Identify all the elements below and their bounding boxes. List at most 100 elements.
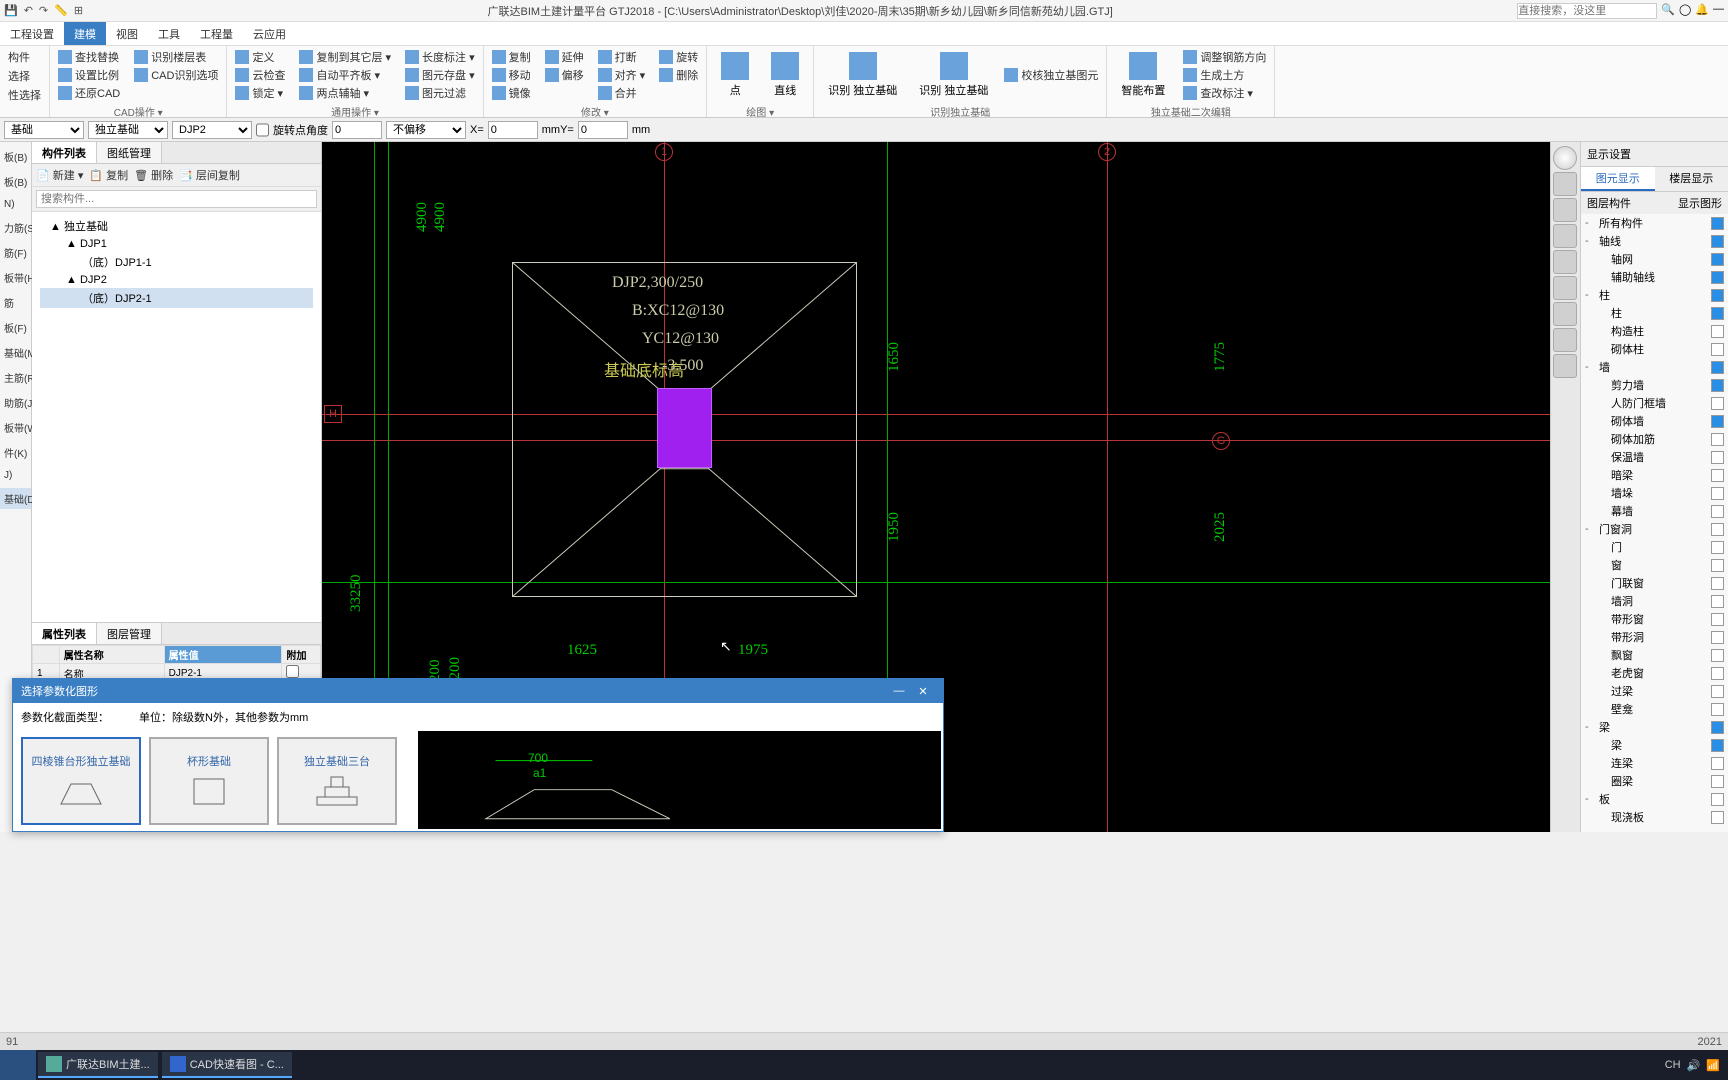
visibility-checkbox[interactable] (1711, 577, 1724, 590)
display-row[interactable]: 带形窗 (1581, 610, 1728, 628)
display-row[interactable]: -墙 (1581, 358, 1728, 376)
generate-earthwork-button[interactable]: 生成土方 (1181, 66, 1268, 84)
display-row[interactable]: 墙垛 (1581, 484, 1728, 502)
find-replace-button[interactable]: 查找替换 (56, 48, 122, 66)
visibility-checkbox[interactable] (1711, 739, 1724, 752)
category-item[interactable]: 力筋(S) (0, 217, 31, 238)
category-item[interactable]: 基础(M) (0, 342, 31, 363)
category-item[interactable]: 板带(W) (0, 417, 31, 438)
view-pan-button[interactable] (1553, 328, 1577, 352)
display-row[interactable]: -板 (1581, 790, 1728, 808)
visibility-checkbox[interactable] (1711, 685, 1724, 698)
extend-button[interactable]: 延伸 (543, 48, 586, 66)
display-row[interactable]: -柱 (1581, 286, 1728, 304)
rot-checkbox[interactable] (256, 121, 269, 139)
display-row[interactable]: 壁龛 (1581, 700, 1728, 718)
tab-properties[interactable]: 属性列表 (32, 623, 97, 644)
thumb-cup[interactable]: 杯形基础 (149, 737, 269, 825)
visibility-checkbox[interactable] (1711, 811, 1724, 824)
category-item[interactable]: 助筋(J) (0, 392, 31, 413)
align-button[interactable]: 对齐 ▾ (596, 66, 648, 84)
length-dim-button[interactable]: 长度标注 ▾ (403, 48, 477, 66)
category-item[interactable]: 基础(D) (0, 488, 31, 509)
tab-quantities[interactable]: 工程量 (190, 22, 243, 45)
view-side-button[interactable] (1553, 224, 1577, 248)
display-row[interactable]: 剪力墙 (1581, 376, 1728, 394)
qat-undo-icon[interactable]: ↶ (24, 4, 33, 17)
display-row[interactable]: 飘窗 (1581, 646, 1728, 664)
cloud-check-button[interactable]: 云检查 (233, 66, 287, 84)
lock-button[interactable]: 锁定 ▾ (233, 84, 287, 102)
user-icon[interactable]: ◯ (1679, 3, 1691, 19)
tree-node[interactable]: ▲ DJP2 (40, 272, 313, 288)
taskbar-cad[interactable]: CAD快速看图 - C... (162, 1052, 292, 1078)
thumb-three-step[interactable]: 独立基础三台 (277, 737, 397, 825)
minimize-button[interactable]: — (887, 685, 911, 697)
category-item[interactable]: 板(F) (0, 317, 31, 338)
ribbon-item[interactable]: 性选择 (6, 86, 43, 104)
category-item[interactable]: J) (0, 467, 31, 484)
visibility-checkbox[interactable] (1711, 667, 1724, 680)
tree-node[interactable]: ▲ DJP1 (40, 236, 313, 252)
component-search-input[interactable] (36, 190, 317, 208)
display-row[interactable]: 构造柱 (1581, 322, 1728, 340)
display-row[interactable]: 柱 (1581, 304, 1728, 322)
start-button[interactable] (0, 1050, 36, 1080)
display-row[interactable]: 辅助轴线 (1581, 268, 1728, 286)
filter-button[interactable]: 图元过滤 (403, 84, 477, 102)
display-row[interactable]: 墙洞 (1581, 592, 1728, 610)
visibility-checkbox[interactable] (1711, 217, 1724, 230)
close-button[interactable]: ✕ (911, 685, 935, 698)
offset-button[interactable]: 偏移 (543, 66, 586, 84)
tab-drawing-mgmt[interactable]: 图纸管理 (97, 142, 162, 163)
offset-mode-select[interactable]: 不偏移 (386, 121, 466, 139)
category-item[interactable]: 筋(F) (0, 242, 31, 263)
category-item[interactable]: 主筋(R) (0, 367, 31, 388)
visibility-checkbox[interactable] (1711, 361, 1724, 374)
display-row[interactable]: -梁 (1581, 718, 1728, 736)
view-grid-button[interactable] (1553, 354, 1577, 378)
auto-align-button[interactable]: 自动平齐板 ▾ (297, 66, 393, 84)
visibility-checkbox[interactable] (1711, 289, 1724, 302)
y-input[interactable] (578, 121, 628, 139)
display-row[interactable]: 老虎窗 (1581, 664, 1728, 682)
view-front-button[interactable] (1553, 198, 1577, 222)
restore-cad-button[interactable]: 还原CAD (56, 84, 122, 102)
display-row[interactable]: 梁 (1581, 736, 1728, 754)
identify-foundation2-button[interactable]: 识别 独立基础 (911, 48, 996, 102)
ribbon-item[interactable]: 选择 (6, 67, 43, 85)
display-row[interactable]: 连梁 (1581, 754, 1728, 772)
visibility-checkbox[interactable] (1711, 559, 1724, 572)
merge-button[interactable]: 合并 (596, 84, 648, 102)
display-row[interactable]: 砌体加筋 (1581, 430, 1728, 448)
tab-component-list[interactable]: 构件列表 (32, 142, 97, 163)
delete-button[interactable]: 删除 (657, 66, 700, 84)
visibility-checkbox[interactable] (1711, 469, 1724, 482)
display-row[interactable]: 窗 (1581, 556, 1728, 574)
category-item[interactable]: 件(K) (0, 442, 31, 463)
category-item[interactable]: 板带(H) (0, 267, 31, 288)
tab-tools[interactable]: 工具 (148, 22, 190, 45)
display-row[interactable]: -门窗洞 (1581, 520, 1728, 538)
define-button[interactable]: 定义 (233, 48, 287, 66)
display-row[interactable]: -轴线 (1581, 232, 1728, 250)
display-row[interactable]: 门 (1581, 538, 1728, 556)
visibility-checkbox[interactable] (1711, 775, 1724, 788)
qat-ruler-icon[interactable]: 📏 (54, 4, 68, 17)
visibility-checkbox[interactable] (1711, 487, 1724, 500)
visibility-checkbox[interactable] (1711, 631, 1724, 644)
category-item[interactable]: 板(B) (0, 146, 31, 167)
delete-button[interactable]: 🗑 删除 (134, 167, 173, 183)
view-top-button[interactable] (1553, 172, 1577, 196)
smart-layout-button[interactable]: 智能布置 (1113, 48, 1173, 102)
visibility-checkbox[interactable] (1711, 253, 1724, 266)
move-button[interactable]: 移动 (490, 66, 533, 84)
display-row[interactable]: 轴网 (1581, 250, 1728, 268)
category-item[interactable]: 板(B) (0, 171, 31, 192)
visibility-checkbox[interactable] (1711, 523, 1724, 536)
mirror-button[interactable]: 镜像 (490, 84, 533, 102)
two-point-axis-button[interactable]: 两点辅轴 ▾ (297, 84, 393, 102)
dialog-title-bar[interactable]: 选择参数化图形 — ✕ (13, 679, 943, 703)
visibility-checkbox[interactable] (1711, 793, 1724, 806)
display-row[interactable]: 砌体墙 (1581, 412, 1728, 430)
